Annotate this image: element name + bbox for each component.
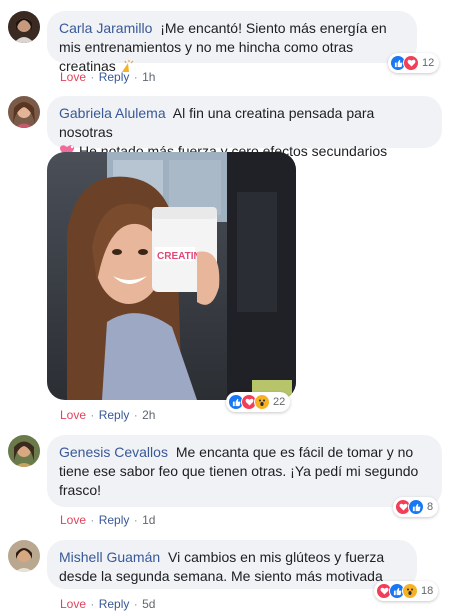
comment-bubble: Genesis Cevallos Me encanta que es fácil… (47, 435, 442, 507)
reply-button[interactable]: Reply (99, 70, 130, 84)
comment-author[interactable]: Mishell Guamán (59, 549, 160, 565)
love-button[interactable]: Love (60, 408, 86, 422)
separator: · (133, 597, 138, 611)
love-icon (403, 55, 419, 71)
comment-bubble: Gabriela Alulema Al fin una creatina pen… (47, 96, 442, 159)
love-button[interactable]: Love (60, 70, 86, 84)
comment-author[interactable]: Carla Jaramillo (59, 20, 152, 36)
comment-photo[interactable]: CREATINE (47, 152, 296, 400)
comment-bubble: Carla Jaramillo ¡Me encantó! Siento más … (47, 11, 417, 74)
separator: · (90, 597, 95, 611)
wow-icon (254, 394, 270, 410)
reaction-summary[interactable]: 18 (374, 581, 439, 601)
separator: · (90, 513, 95, 527)
reaction-count: 12 (422, 57, 435, 69)
avatar[interactable] (8, 11, 40, 43)
reaction-summary[interactable]: 22 (226, 392, 291, 412)
avatar[interactable] (8, 96, 40, 128)
avatar[interactable] (8, 435, 40, 467)
like-icon (408, 499, 424, 515)
love-button[interactable]: Love (60, 513, 86, 527)
reaction-summary[interactable]: 12 (388, 53, 440, 73)
timestamp[interactable]: 1h (142, 70, 155, 84)
reaction-count: 18 (421, 585, 434, 597)
reply-button[interactable]: Reply (99, 597, 130, 611)
reaction-count: 8 (427, 501, 434, 513)
comment-bubble: Mishell Guamán Vi cambios en mis glúteos… (47, 540, 417, 589)
reaction-count: 22 (273, 396, 286, 408)
separator: · (90, 70, 95, 84)
timestamp[interactable]: 5d (142, 597, 155, 611)
avatar[interactable] (8, 540, 40, 572)
reaction-summary[interactable]: 8 (393, 497, 439, 517)
separator: · (133, 408, 138, 422)
timestamp[interactable]: 1d (142, 513, 155, 527)
separator: · (133, 70, 138, 84)
wow-icon (402, 583, 418, 599)
separator: · (133, 513, 138, 527)
comment-actions: Love · Reply · 1d (60, 512, 155, 528)
love-button[interactable]: Love (60, 597, 86, 611)
timestamp[interactable]: 2h (142, 408, 155, 422)
comment-actions: Love · Reply · 2h (60, 407, 155, 423)
comment-author[interactable]: Gabriela Alulema (59, 105, 166, 121)
reply-button[interactable]: Reply (99, 408, 130, 422)
reply-button[interactable]: Reply (99, 513, 130, 527)
comment-actions: Love · Reply · 5d (60, 596, 155, 612)
comment-actions: Love · Reply · 1h (60, 69, 155, 85)
comment-author[interactable]: Genesis Cevallos (59, 444, 168, 460)
separator: · (90, 408, 95, 422)
